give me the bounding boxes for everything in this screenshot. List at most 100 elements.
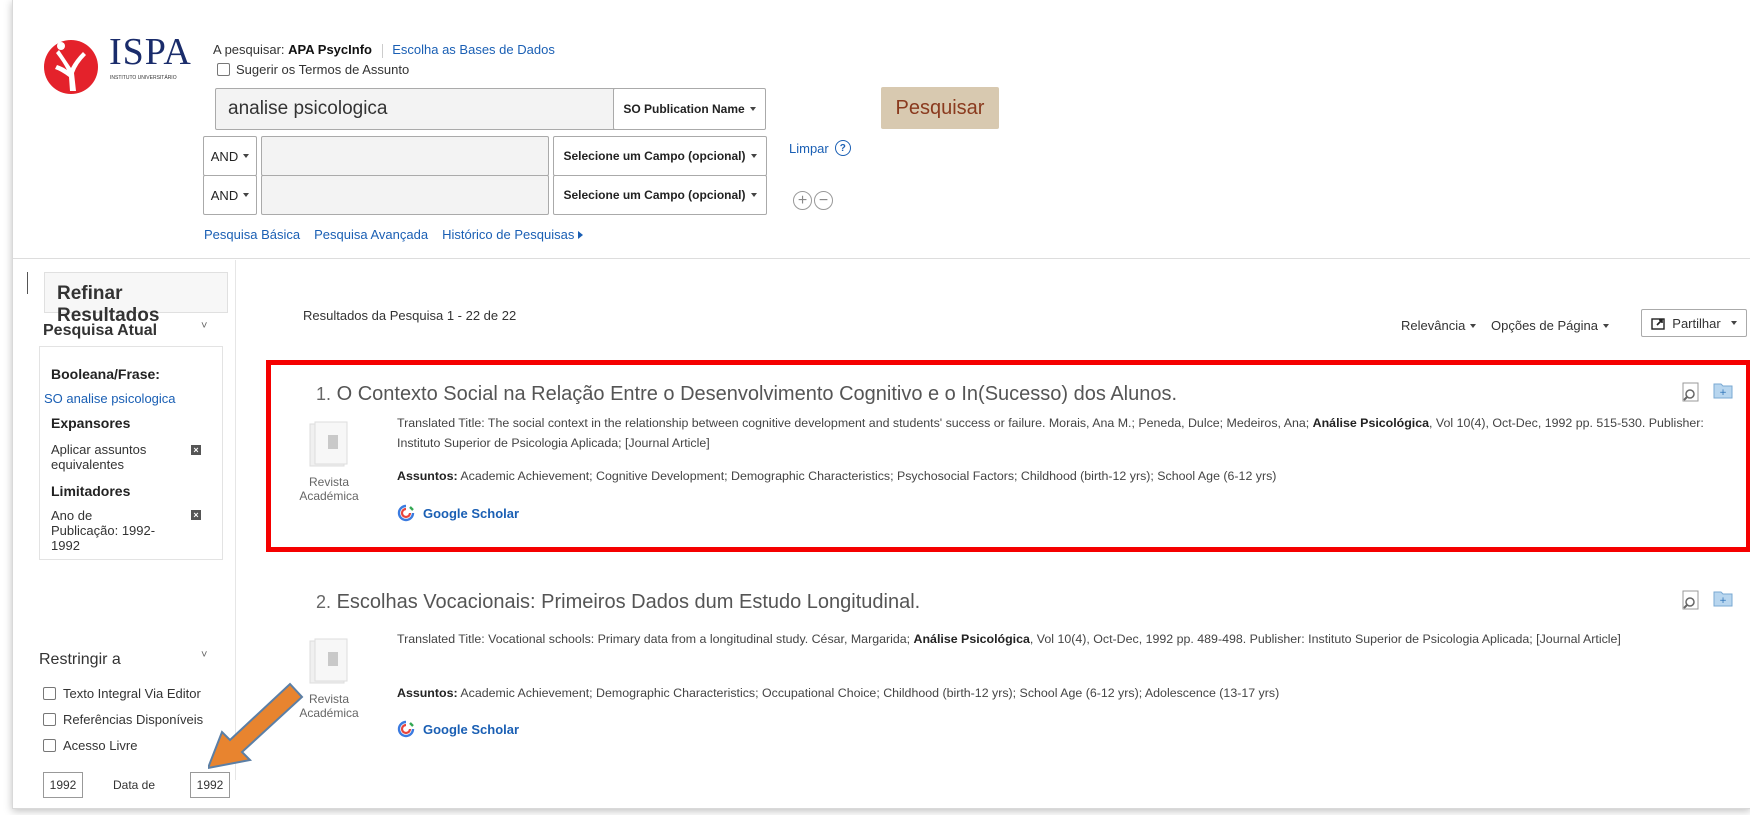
- search-history-label: Histórico de Pesquisas: [442, 227, 575, 242]
- google-scholar-icon: [397, 504, 415, 522]
- sidebar-collapse-bar[interactable]: [27, 272, 28, 294]
- subjects-label: Assuntos:: [397, 686, 458, 700]
- operator-label: AND: [210, 148, 239, 164]
- suggest-terms-checkbox[interactable]: [217, 63, 230, 76]
- field-select-row-2[interactable]: Selecione um Campo (opcional): [553, 175, 767, 215]
- basic-search-link[interactable]: Pesquisa Básica: [204, 227, 300, 242]
- suggest-terms-label: Sugerir os Termos de Assunto: [236, 62, 410, 77]
- advanced-search-link[interactable]: Pesquisa Avançada: [314, 227, 428, 242]
- result-1-type: Revista Académica: [299, 420, 366, 503]
- result-2-type: Revista Académica: [299, 637, 366, 720]
- refine-results-title: Refinar Resultados: [44, 272, 228, 326]
- share-label: Partilhar: [1672, 315, 1721, 331]
- result-1-google-scholar[interactable]: Google Scholar: [397, 504, 519, 522]
- field-select-label: SO Publication Name: [623, 102, 745, 116]
- subjects-list[interactable]: Academic Achievement; Demographic Charac…: [460, 686, 1279, 700]
- share-button[interactable]: Partilhar: [1641, 309, 1747, 337]
- suggest-terms-option[interactable]: Sugerir os Termos de Assunto: [217, 62, 409, 77]
- clear-area: Limpar ?: [789, 140, 851, 156]
- boolean-query-link[interactable]: SO analise psicologica: [44, 391, 176, 406]
- open-access-checkbox[interactable]: [43, 739, 56, 752]
- desc-post: , Vol 10(4), Oct-Dec, 1992 pp. 489-498. …: [1029, 632, 1621, 646]
- journal-document-icon: [309, 421, 348, 467]
- logo-text: ISPA: [109, 31, 192, 73]
- choose-databases-link[interactable]: Escolha as Bases de Dados: [392, 42, 555, 57]
- operator-select-1[interactable]: AND: [203, 136, 257, 176]
- filter-references[interactable]: Referências Disponíveis: [43, 712, 203, 727]
- limiters-label: Limitadores: [51, 483, 131, 499]
- filter-fulltext[interactable]: Texto Integral Via Editor: [43, 686, 201, 701]
- ispa-logo-icon: [44, 40, 98, 94]
- fulltext-checkbox[interactable]: [43, 687, 56, 700]
- search-input-row-1[interactable]: [261, 136, 549, 176]
- remove-limiter-icon[interactable]: ×: [191, 510, 201, 520]
- field-select-label: Selecione um Campo (opcional): [563, 149, 746, 163]
- expander-item: Aplicar assuntos equivalentes: [51, 442, 147, 472]
- date-label: Data de: [113, 778, 156, 792]
- references-label: Referências Disponíveis: [63, 712, 204, 727]
- chevron-down-icon[interactable]: ˅: [201, 320, 207, 332]
- result-1-subjects: Assuntos: Academic Achievement; Cognitiv…: [397, 466, 1737, 486]
- add-to-folder-icon[interactable]: +: [1713, 588, 1733, 608]
- open-access-label: Acesso Livre: [63, 738, 138, 753]
- references-checkbox[interactable]: [43, 713, 56, 726]
- google-scholar-icon: [397, 720, 415, 738]
- preview-magnifier-icon[interactable]: [1681, 382, 1701, 402]
- triangle-right-icon: [578, 231, 584, 239]
- svg-text:+: +: [1719, 596, 1727, 606]
- search-input-row-2[interactable]: [261, 175, 549, 215]
- results-count: Resultados da Pesquisa 1 - 22 de 22: [303, 308, 517, 323]
- result-2-description: Translated Title: Vocational schools: Pr…: [397, 629, 1742, 649]
- chevron-down-icon[interactable]: ˅: [201, 649, 207, 661]
- result-1-title[interactable]: 1. O Contexto Social na Relação Entre o …: [316, 383, 1177, 406]
- caret-down-icon: [1602, 323, 1609, 328]
- result-title-text[interactable]: O Contexto Social na Relação Entre o Des…: [337, 383, 1177, 405]
- database-name: APA PsycInfo: [288, 42, 372, 57]
- add-to-folder-icon[interactable]: +: [1713, 380, 1733, 400]
- fulltext-label: Texto Integral Via Editor: [63, 686, 201, 701]
- year-from-input[interactable]: 1992: [43, 772, 83, 798]
- operator-select-2[interactable]: AND: [203, 175, 257, 215]
- caret-down-icon: [243, 154, 250, 158]
- result-title-text[interactable]: Escolhas Vocacionais: Primeiros Dados du…: [337, 591, 921, 613]
- caret-down-icon: [750, 193, 757, 197]
- caret-down-icon: [1470, 323, 1477, 328]
- page-frame: ISPA INSTITUTO UNIVERSITÁRIO A pesquisar…: [12, 0, 1750, 809]
- clear-link[interactable]: Limpar: [789, 141, 829, 156]
- filter-open-access[interactable]: Acesso Livre: [43, 738, 137, 753]
- current-search-heading[interactable]: Pesquisa Atual: [43, 322, 157, 340]
- field-select-label: Selecione um Campo (opcional): [563, 188, 746, 202]
- expanders-label: Expansores: [51, 415, 131, 431]
- desc-pre: Translated Title: The social context in …: [397, 416, 1310, 430]
- year-to-input[interactable]: 1992: [190, 772, 230, 798]
- sort-dropdown[interactable]: Relevância: [1401, 318, 1477, 333]
- add-row-icon[interactable]: +: [793, 191, 812, 210]
- svg-text:+: +: [1719, 388, 1727, 398]
- remove-expander-icon[interactable]: ×: [191, 445, 201, 455]
- restrict-heading[interactable]: Restringir a: [39, 651, 121, 669]
- search-button[interactable]: Pesquisar: [881, 87, 999, 129]
- result-type-label: Revista Académica: [299, 475, 359, 503]
- desc-pre: Translated Title: Vocational schools: Pr…: [397, 632, 911, 646]
- operator-label: AND: [210, 187, 239, 203]
- search-history-link[interactable]: Histórico de Pesquisas: [442, 227, 584, 242]
- help-icon[interactable]: ?: [834, 140, 851, 156]
- sort-label: Relevância: [1401, 318, 1466, 333]
- field-select-row-1[interactable]: Selecione um Campo (opcional): [553, 136, 767, 176]
- boolean-label: Booleana/Frase:: [51, 366, 160, 382]
- header-divider: [13, 258, 1750, 259]
- page-options-dropdown[interactable]: Opções de Página: [1491, 318, 1609, 333]
- result-number: 1.: [316, 384, 332, 404]
- result-number: 2.: [316, 592, 332, 612]
- result-2-title[interactable]: 2. Escolhas Vocacionais: Primeiros Dados…: [316, 591, 920, 614]
- preview-magnifier-icon[interactable]: [1681, 590, 1701, 610]
- field-select-main[interactable]: SO Publication Name: [613, 88, 766, 130]
- google-scholar-label: Google Scholar: [423, 505, 520, 521]
- remove-row-icon[interactable]: −: [814, 191, 833, 210]
- search-input[interactable]: analise psicologica: [215, 88, 669, 130]
- current-search-box: Booleana/Frase: SO analise psicologica E…: [39, 346, 223, 560]
- result-1-description: Translated Title: The social context in …: [397, 413, 1737, 453]
- google-scholar-label: Google Scholar: [423, 721, 520, 737]
- result-2-google-scholar[interactable]: Google Scholar: [397, 720, 519, 738]
- subjects-list[interactable]: Academic Achievement; Cognitive Developm…: [460, 469, 1276, 483]
